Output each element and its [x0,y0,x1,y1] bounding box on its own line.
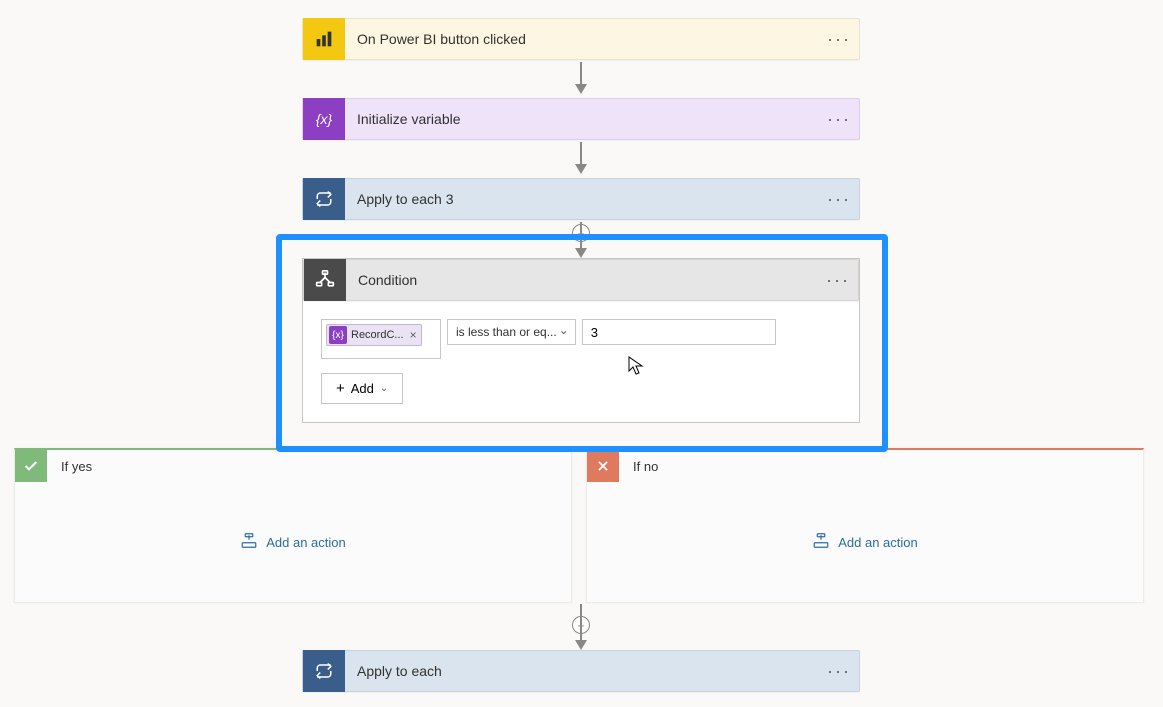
arrow [580,222,582,256]
arrow [580,142,582,172]
token-label: RecordC... [351,329,404,341]
operator-dropdown[interactable]: is less than or eq... [447,319,576,345]
more-button[interactable]: ··· [819,189,859,210]
condition-icon [304,259,346,301]
apply-each-card[interactable]: Apply to each ··· [302,650,860,692]
if-yes-label: If yes [47,459,92,474]
variable-icon: {x} [329,326,347,344]
apply-each-label: Apply to each [345,663,819,679]
add-condition-button[interactable]: + Add ⌄ [321,373,403,404]
more-button[interactable]: ··· [819,661,859,682]
remove-token-button[interactable]: × [410,328,417,342]
apply-each-3-card[interactable]: Apply to each 3 ··· [302,178,860,220]
condition-card[interactable]: Condition ··· {x} RecordC... × is less t… [302,258,860,423]
loop-icon [303,650,345,692]
add-action-link[interactable]: Add an action [240,533,346,551]
powerbi-icon [303,18,345,60]
arrow [580,604,582,648]
add-condition-label: Add [351,381,374,396]
trigger-card[interactable]: On Power BI button clicked ··· [302,18,860,60]
if-yes-header: If yes [15,450,571,482]
add-action-link[interactable]: Add an action [812,533,918,551]
init-variable-card[interactable]: {x} Initialize variable ··· [302,98,860,140]
condition-label: Condition [346,272,818,288]
condition-header[interactable]: Condition ··· [303,259,859,301]
if-no-header: If no [587,450,1143,482]
condition-left-operand[interactable]: {x} RecordC... × [321,319,441,359]
dynamic-token[interactable]: {x} RecordC... × [326,324,422,346]
if-yes-branch: If yes Add an action [14,448,572,603]
init-variable-label: Initialize variable [345,111,819,127]
variable-icon: {x} [303,98,345,140]
check-icon [15,450,47,482]
apply-each-3-label: Apply to each 3 [345,191,819,207]
more-button[interactable]: ··· [819,29,859,50]
add-action-label: Add an action [838,535,918,550]
loop-icon [303,178,345,220]
close-icon [587,450,619,482]
if-no-label: If no [619,459,658,474]
operator-label: is less than or eq... [456,325,557,339]
more-button[interactable]: ··· [818,270,858,291]
condition-body: {x} RecordC... × is less than or eq... +… [303,301,859,422]
arrow [580,62,582,92]
add-action-label: Add an action [266,535,346,550]
condition-row: {x} RecordC... × is less than or eq... [321,319,841,359]
trigger-label: On Power BI button clicked [345,31,819,47]
more-button[interactable]: ··· [819,109,859,130]
condition-value-input[interactable] [582,319,776,345]
if-no-branch: If no Add an action [586,448,1144,603]
